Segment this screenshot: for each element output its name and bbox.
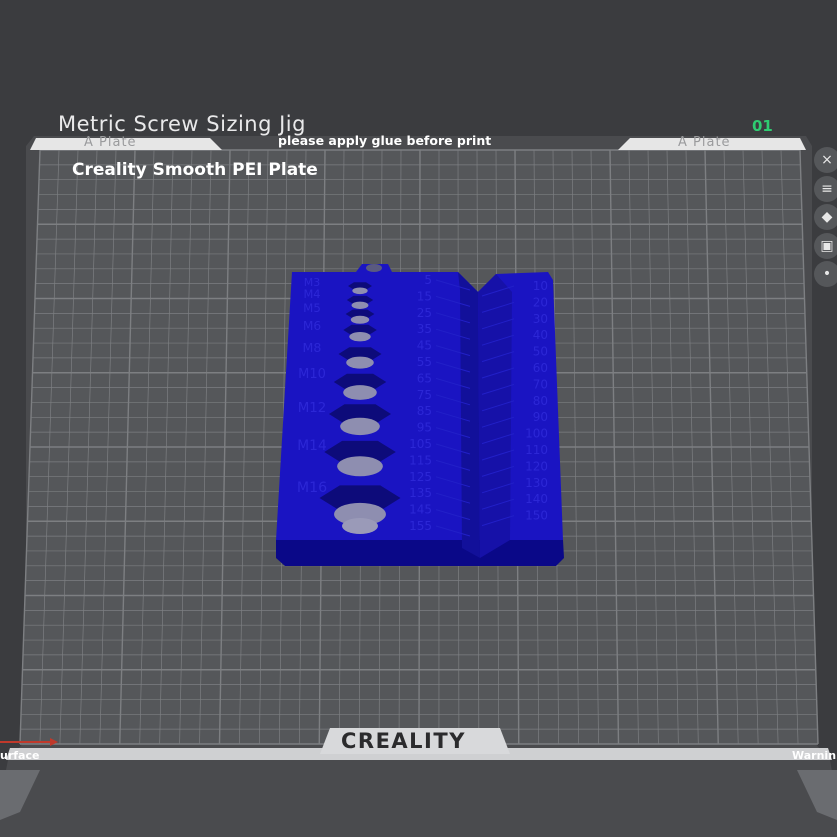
metric-size-label: M4: [303, 287, 320, 301]
metric-size-label: M8: [303, 340, 322, 355]
plate-note[interactable]: please apply glue before print: [278, 133, 491, 148]
length-label-right: 30: [533, 312, 548, 326]
length-label-left: 75: [417, 388, 432, 402]
model-side-face: [276, 540, 564, 566]
surface-label: urface: [0, 749, 40, 762]
length-label-right: 80: [533, 394, 548, 408]
length-label-left: 135: [409, 486, 432, 500]
length-label-right: 10: [533, 279, 548, 293]
length-label-right: 110: [525, 443, 548, 457]
length-label-left: 45: [417, 339, 432, 353]
length-label-right: 50: [533, 345, 548, 359]
plate-index: 01: [752, 117, 773, 135]
length-label-right: 20: [533, 295, 548, 309]
metric-size-label: M6: [303, 319, 321, 333]
length-label-left: 115: [409, 453, 432, 467]
close-icon[interactable]: ×: [814, 147, 837, 173]
bolt-hole: [343, 385, 377, 400]
length-label-left: 125: [409, 470, 432, 484]
length-label-left: 55: [417, 355, 432, 369]
bolt-hole: [352, 287, 368, 295]
bolt-hole: [337, 456, 383, 477]
more-icon[interactable]: •: [814, 261, 837, 287]
length-label-left: 85: [417, 404, 432, 418]
length-label-left: 105: [409, 437, 432, 451]
length-label-right: 70: [533, 377, 548, 391]
brand-logo: CREALITY: [341, 729, 466, 753]
list-icon[interactable]: ≡: [814, 175, 837, 202]
bolt-hole: [350, 315, 370, 324]
metric-size-label: M16: [297, 480, 327, 496]
length-label-right: 60: [533, 361, 548, 375]
warning-label: Warnin: [792, 749, 837, 762]
model-hang-hole: [366, 264, 382, 272]
metric-size-label: M5: [303, 301, 321, 315]
model-screw-jig[interactable]: M3M4M5M6M8M10M12M14M16515253545556575859…: [276, 264, 564, 566]
bolt-hole: [351, 301, 369, 309]
bolt-hole: [340, 417, 380, 436]
plate-tab-right-label[interactable]: A Plate: [678, 135, 731, 150]
bolt-hole: [346, 356, 374, 369]
length-label-left: 145: [409, 503, 432, 517]
plate-name[interactable]: Metric Screw Sizing Jig: [58, 112, 306, 136]
plate-type-label: Creality Smooth PEI Plate: [72, 160, 318, 180]
length-label-right: 90: [533, 410, 548, 424]
metric-size-label: M10: [298, 367, 326, 382]
length-label-left: 25: [417, 306, 432, 320]
length-label-right: 100: [525, 427, 548, 441]
length-label-right: 150: [525, 509, 548, 523]
lock-icon[interactable]: ▣: [814, 232, 837, 259]
bolt-hole: [349, 332, 371, 342]
length-label-right: 140: [525, 492, 548, 506]
metric-size-label: M14: [297, 438, 326, 454]
paint-icon[interactable]: ◆: [814, 204, 837, 230]
model-right-ridge: [478, 274, 512, 558]
length-label-right: 120: [525, 459, 548, 473]
length-label-right: 40: [533, 328, 548, 342]
length-label-left: 95: [417, 421, 432, 435]
metric-size-label: M12: [298, 401, 327, 416]
plate-tab-left-label[interactable]: A Plate: [84, 135, 137, 150]
length-label-right: 130: [525, 476, 548, 490]
length-label-left: 65: [417, 371, 432, 385]
length-label-left: 35: [417, 322, 432, 336]
length-label-left: 15: [417, 289, 432, 303]
bolt-hole: [342, 518, 378, 534]
length-label-left: 155: [409, 519, 432, 533]
length-label-left: 5: [424, 273, 432, 287]
